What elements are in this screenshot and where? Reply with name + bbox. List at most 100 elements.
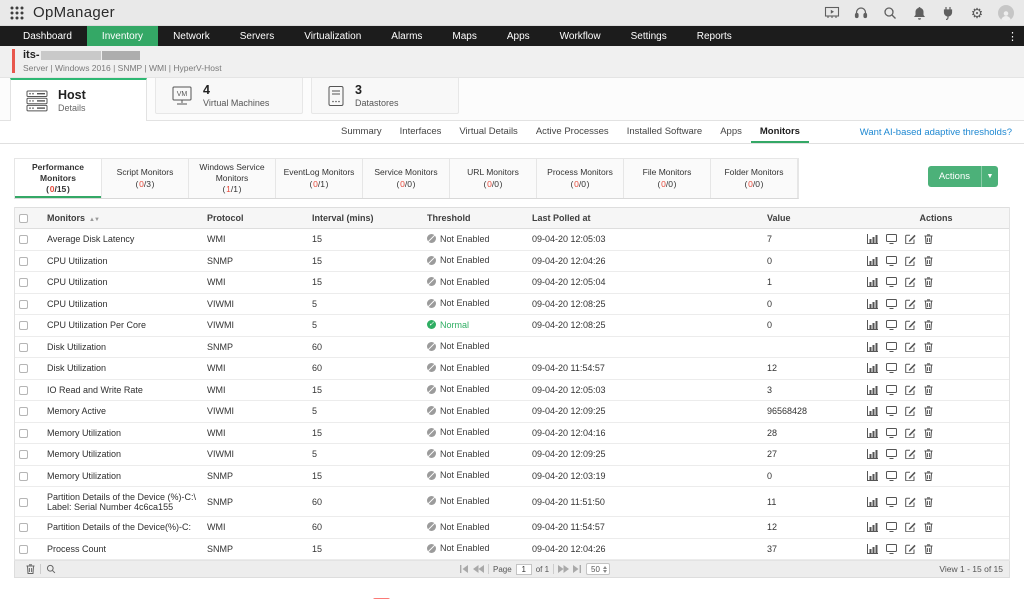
monitor-screen-icon[interactable]	[886, 406, 897, 417]
chart-icon[interactable]	[867, 470, 878, 481]
delete-icon[interactable]	[924, 256, 933, 266]
edit-icon[interactable]	[905, 277, 916, 288]
chart-icon[interactable]	[867, 363, 878, 374]
nav-item[interactable]: Apps	[492, 26, 545, 46]
user-avatar[interactable]	[998, 4, 1014, 21]
chart-icon[interactable]	[867, 255, 878, 266]
nav-item[interactable]: Settings	[616, 26, 682, 46]
row-checkbox[interactable]	[19, 407, 28, 417]
chart-icon[interactable]	[867, 341, 878, 352]
sort-icon[interactable]: ▲▼	[89, 217, 100, 223]
row-checkbox[interactable]	[19, 523, 28, 533]
apps-grid-icon[interactable]	[10, 6, 24, 20]
datastores-card[interactable]: 3 Datastores	[311, 78, 459, 114]
nav-item[interactable]: Reports	[682, 26, 747, 46]
delete-icon[interactable]	[924, 449, 933, 460]
row-checkbox[interactable]	[19, 428, 28, 438]
row-checkbox[interactable]	[19, 342, 28, 352]
row-checkbox[interactable]	[19, 544, 28, 554]
row-checkbox[interactable]	[19, 364, 28, 374]
col-monitors[interactable]: Monitors	[47, 213, 85, 223]
monitor-type-tab[interactable]: Windows Service Monitors ( 1/1 )	[189, 159, 276, 198]
chart-icon[interactable]	[867, 543, 878, 554]
row-checkbox[interactable]	[19, 278, 28, 288]
chart-icon[interactable]	[867, 427, 878, 438]
monitor-type-tab[interactable]: Script Monitors ( 0/3 )	[102, 159, 189, 198]
delete-icon[interactable]	[924, 428, 933, 438]
delete-icon[interactable]	[924, 544, 933, 554]
actions-dropdown-caret[interactable]: ▼	[981, 166, 998, 187]
delete-icon[interactable]	[924, 342, 933, 352]
page-tab[interactable]: Virtual Details	[450, 121, 526, 143]
chart-icon[interactable]	[867, 496, 878, 507]
nav-item[interactable]: Maps	[437, 26, 491, 46]
chart-icon[interactable]	[867, 384, 878, 395]
monitor-type-tab[interactable]: URL Monitors ( 0/0 )	[450, 159, 537, 198]
edit-icon[interactable]	[905, 428, 916, 438]
chart-icon[interactable]	[867, 522, 878, 533]
delete-icon[interactable]	[924, 471, 933, 481]
chart-icon[interactable]	[867, 449, 878, 460]
edit-icon[interactable]	[905, 234, 916, 245]
monitor-screen-icon[interactable]	[886, 234, 897, 245]
edit-icon[interactable]	[905, 522, 916, 533]
chart-icon[interactable]	[867, 234, 878, 245]
page-number-input[interactable]	[515, 563, 532, 575]
page-tab[interactable]: Monitors	[750, 121, 809, 143]
row-checkbox[interactable]	[19, 497, 28, 507]
host-details-card[interactable]: Host Details	[10, 78, 147, 121]
nav-overflow-icon[interactable]: ⋮	[1007, 26, 1018, 46]
gear-icon[interactable]: ⚙	[969, 5, 985, 21]
page-tab[interactable]: Active Processes	[527, 121, 618, 143]
ai-thresholds-link[interactable]: Want AI-based adaptive thresholds?	[860, 121, 1012, 143]
chart-icon[interactable]	[867, 298, 878, 309]
delete-icon[interactable]	[924, 277, 933, 288]
monitor-type-tab[interactable]: Service Monitors ( 0/0 )	[363, 159, 450, 198]
delete-icon[interactable]	[924, 496, 933, 507]
monitor-screen-icon[interactable]	[886, 277, 897, 288]
nav-item[interactable]: Servers	[225, 26, 289, 46]
monitor-type-tab[interactable]: Process Monitors ( 0/0 )	[537, 159, 624, 198]
edit-icon[interactable]	[905, 342, 916, 352]
page-tab[interactable]: Interfaces	[391, 121, 451, 143]
page-size-select[interactable]: 50	[586, 563, 610, 575]
search-icon[interactable]	[882, 5, 898, 21]
edit-icon[interactable]	[905, 471, 916, 481]
chart-icon[interactable]	[867, 277, 878, 288]
row-checkbox[interactable]	[19, 450, 28, 460]
nav-item[interactable]: Virtualization	[289, 26, 376, 46]
edit-icon[interactable]	[905, 497, 916, 507]
edit-icon[interactable]	[905, 544, 916, 554]
chart-icon[interactable]	[867, 406, 878, 417]
select-all-checkbox[interactable]	[19, 214, 28, 223]
row-checkbox[interactable]	[19, 321, 28, 331]
edit-icon[interactable]	[905, 449, 916, 460]
nav-item[interactable]: Inventory	[86, 26, 159, 46]
delete-icon[interactable]	[924, 320, 933, 331]
page-tab[interactable]: Summary	[332, 121, 391, 143]
row-checkbox[interactable]	[19, 256, 28, 266]
delete-icon[interactable]	[924, 522, 933, 533]
row-checkbox[interactable]	[19, 299, 28, 309]
bell-icon[interactable]	[911, 5, 927, 21]
video-demo-icon[interactable]	[824, 5, 840, 21]
row-checkbox[interactable]	[19, 385, 28, 395]
next-page-icon[interactable]	[558, 565, 570, 573]
monitor-screen-icon[interactable]	[886, 384, 897, 395]
monitor-type-tab[interactable]: EventLog Monitors ( 0/1 )	[276, 159, 363, 198]
monitor-screen-icon[interactable]	[886, 427, 897, 438]
monitor-screen-icon[interactable]	[886, 341, 897, 352]
edit-icon[interactable]	[905, 256, 916, 266]
plug-icon[interactable]	[940, 5, 956, 21]
page-tab[interactable]: Apps	[711, 121, 751, 143]
delete-icon[interactable]	[924, 234, 933, 245]
monitor-screen-icon[interactable]	[886, 496, 897, 507]
monitor-type-tab[interactable]: Folder Monitors ( 0/0 )	[711, 159, 798, 198]
delete-icon[interactable]	[924, 363, 933, 374]
monitor-type-tab[interactable]: File Monitors ( 0/0 )	[624, 159, 711, 198]
nav-item[interactable]: Alarms	[376, 26, 437, 46]
monitor-screen-icon[interactable]	[886, 449, 897, 460]
edit-icon[interactable]	[905, 385, 916, 395]
edit-icon[interactable]	[905, 299, 916, 309]
monitor-type-tab[interactable]: Performance Monitors ( 0/15 )	[15, 159, 102, 198]
